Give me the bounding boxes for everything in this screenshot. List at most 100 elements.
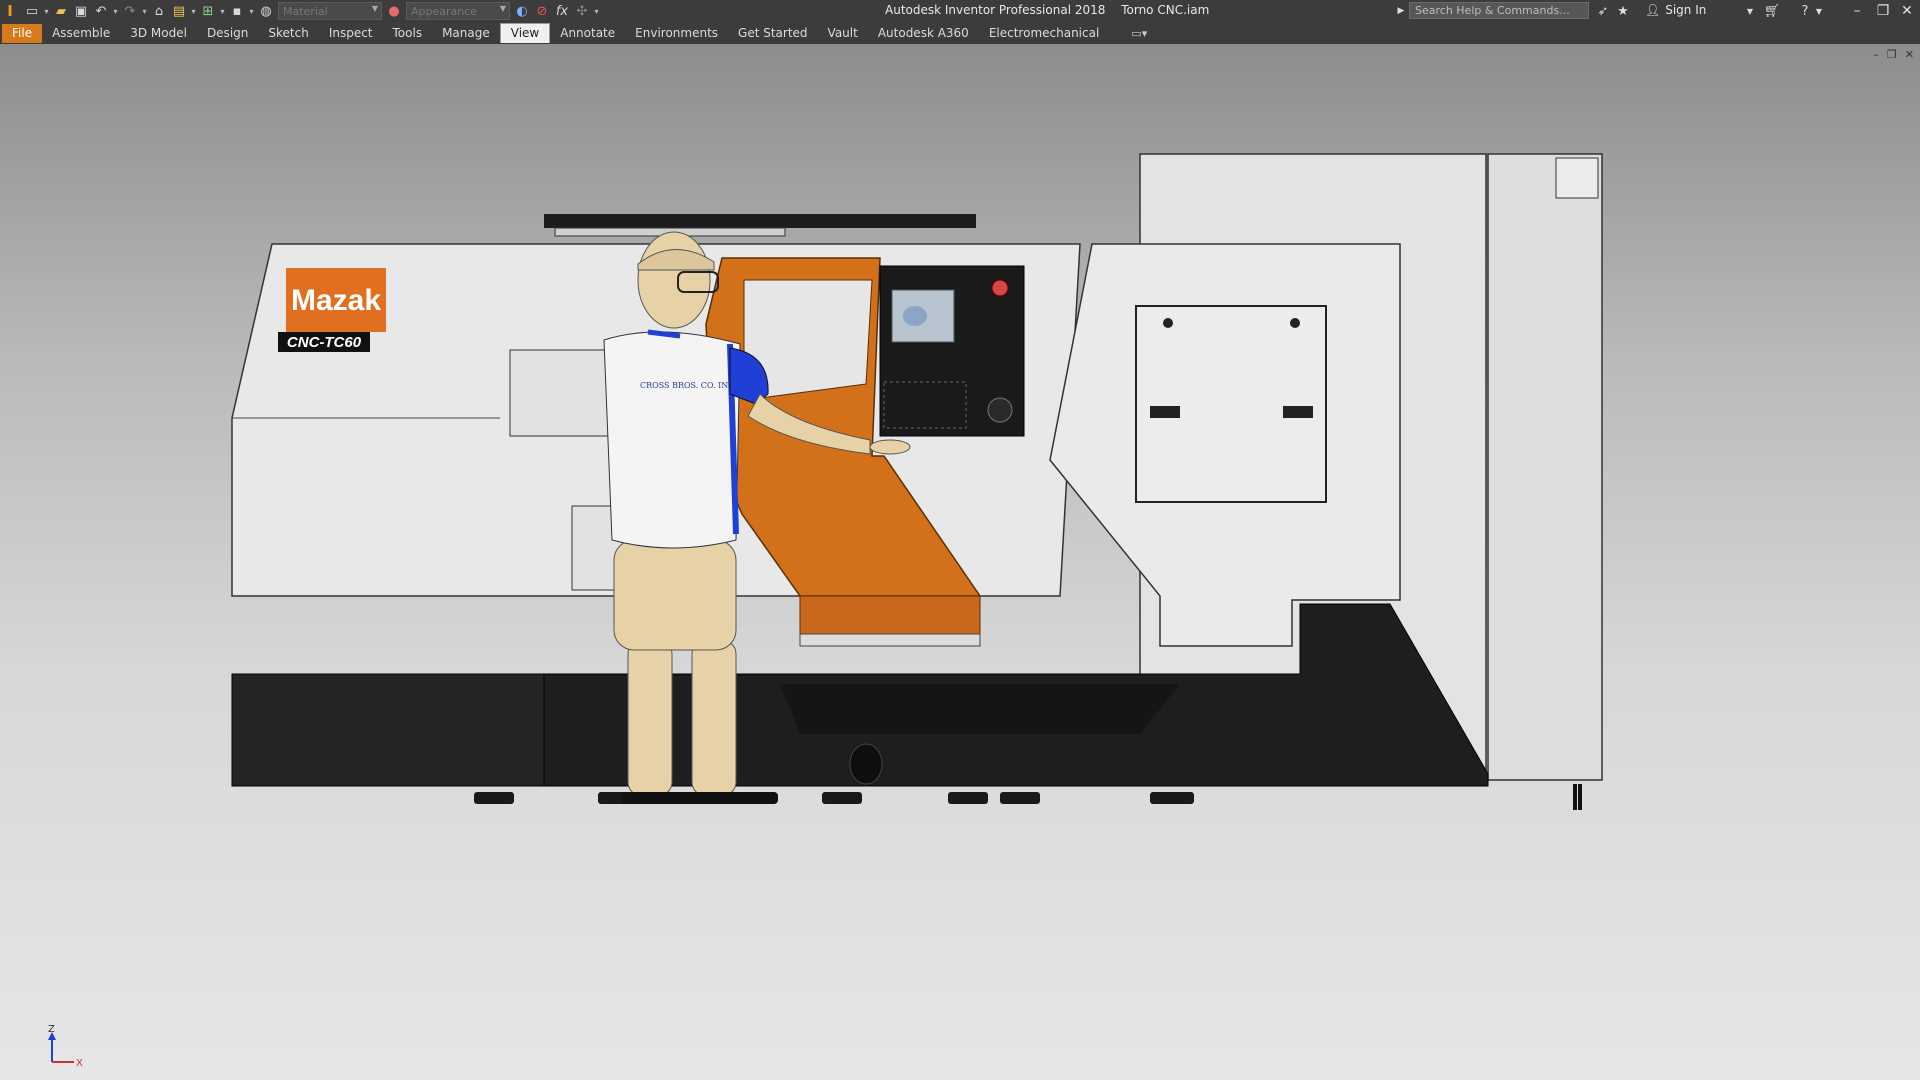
sign-in-label: Sign In (1665, 3, 1707, 17)
user-icon: 👤︎ (1645, 3, 1661, 17)
minimize-button[interactable]: – (1844, 1, 1870, 21)
title-bar: I ▭ ▾ ▰ ▣ ↶ ▾ ↷ ▾ ⌂ ▤ ▾ ⊞ ▾ ▪ ▾ ◍ Materi… (0, 0, 1920, 22)
ribbon-options-icon[interactable]: ▭▾ (1131, 27, 1147, 40)
new-dropdown-icon[interactable]: ▾ (42, 7, 51, 16)
side-cabinet (1487, 153, 1603, 781)
redo-icon[interactable]: ↷ (120, 2, 140, 20)
left-access-panel (509, 349, 621, 437)
shirt-print: CROSS BROS. CO. INC. (640, 381, 737, 390)
operator-left-leg (627, 639, 673, 797)
tab-sketch[interactable]: Sketch (258, 24, 318, 43)
help-dropdown-icon[interactable]: ▼ (1814, 2, 1824, 20)
model-name-text: CNC-TC60 (287, 334, 362, 351)
search-placeholder: Search Help & Commands... (1415, 4, 1570, 17)
view-triad: Z X (40, 1024, 90, 1074)
select-icon[interactable]: ▪ (227, 2, 247, 20)
cnc-screen-part (903, 306, 927, 326)
right-service-door (1135, 305, 1327, 503)
control-keypad (883, 381, 967, 429)
select-dropdown-icon[interactable]: ▾ (247, 7, 256, 16)
tab-inspect[interactable]: Inspect (319, 24, 383, 43)
chevron-down-icon: ▼ (371, 4, 378, 13)
measure-dropdown-icon[interactable]: ▾ (218, 7, 227, 16)
base-left-block (231, 673, 545, 787)
quick-access-toolbar: I ▭ ▾ ▰ ▣ ↶ ▾ ↷ ▾ ⌂ ▤ ▾ ⊞ ▾ ▪ ▾ ◍ Materi… (0, 0, 601, 22)
home-icon[interactable]: ⌂ (149, 2, 169, 20)
chip-tray (780, 684, 1180, 734)
tab-environments[interactable]: Environments (625, 24, 728, 43)
operator-right-shoe (692, 792, 778, 804)
tab-annotate[interactable]: Annotate (550, 24, 625, 43)
tab-assemble[interactable]: Assemble (42, 24, 120, 43)
tab-design[interactable]: Design (197, 24, 258, 43)
tab-vault[interactable]: Vault (818, 24, 868, 43)
door-handle (1150, 406, 1180, 418)
operator-left-shoe (622, 792, 702, 804)
base-port (849, 743, 883, 785)
sign-in-button[interactable]: 👤︎ Sign In (1645, 3, 1706, 17)
operator-hand (869, 439, 911, 455)
star-icon[interactable]: ★ (1614, 2, 1632, 20)
document-name: Torno CNC.iam (1121, 3, 1210, 17)
help-icon[interactable]: ? (1795, 2, 1815, 20)
print-icon[interactable]: ▤ (169, 2, 189, 20)
more-icon[interactable]: ▾ (592, 7, 601, 16)
chevron-down-icon: ▼ (499, 4, 506, 13)
door-sill (799, 633, 981, 647)
cnc-lathe-model[interactable]: Mazak CNC-TC60 CROSS BROS. CO. INC. (0, 44, 1920, 1080)
undo-icon[interactable]: ↶ (91, 2, 111, 20)
tab-autodesk-a360[interactable]: Autodesk A360 (868, 24, 979, 43)
clear-override-icon[interactable]: ⊘ (532, 2, 552, 20)
door-bolt (1290, 318, 1300, 328)
expand-arrow-icon[interactable]: ▶ (1396, 2, 1406, 20)
tab-electromechanical[interactable]: Electromechanical (979, 24, 1109, 43)
tab-get-started[interactable]: Get Started (728, 24, 818, 43)
material-globe-icon: ◍ (260, 3, 272, 19)
graphics-viewport[interactable]: – ❐ ✕ Mazak CNC-TC60 CROSS BROS. CO. INC… (0, 44, 1920, 1080)
search-input[interactable]: Search Help & Commands... (1409, 2, 1589, 19)
close-button[interactable]: ✕ (1894, 1, 1920, 21)
color-override-icon[interactable]: ◐ (512, 2, 532, 20)
appearance-combo-text: Appearance (411, 4, 478, 18)
new-icon[interactable]: ▭ (22, 2, 42, 20)
operator-right-leg (691, 639, 737, 797)
tab-view[interactable]: View (499, 23, 551, 43)
cabinet-panel (1555, 157, 1599, 199)
chevron-down-icon[interactable]: ▼ (1744, 2, 1756, 20)
print-dropdown-icon[interactable]: ▾ (189, 7, 198, 16)
inventor-logo-icon[interactable]: I (2, 2, 18, 20)
pin-icon[interactable]: ➶ (1594, 2, 1612, 20)
triad-z-label: Z (48, 1024, 55, 1035)
function-icon[interactable]: fx (552, 2, 572, 20)
redo-dropdown-icon[interactable]: ▾ (140, 7, 149, 16)
mazak-logo-text: Mazak (291, 284, 381, 317)
top-rail (544, 214, 976, 228)
app-name: Autodesk Inventor Professional 2018 (885, 3, 1106, 17)
tab-3d-model[interactable]: 3D Model (120, 24, 197, 43)
restore-button[interactable]: ❐ (1870, 1, 1896, 21)
machine-feet (474, 792, 1194, 804)
control-knob (987, 397, 1013, 423)
operator-head (637, 231, 711, 329)
measure-icon[interactable]: ⊞ (198, 2, 218, 20)
window-title: Autodesk Inventor Professional 2018 Torn… (885, 3, 1221, 17)
operator-hips (613, 539, 737, 651)
operator-shirt (603, 331, 741, 549)
triad-x-label: X (76, 1058, 83, 1069)
undo-dropdown-icon[interactable]: ▾ (111, 7, 120, 16)
tab-manage[interactable]: Manage (432, 24, 500, 43)
door-bolt (1163, 318, 1173, 328)
update-icon[interactable]: ✣ (572, 2, 592, 20)
material-combo-text: Material (283, 4, 328, 18)
door-lower-panel (799, 595, 981, 635)
open-icon[interactable]: ▰ (51, 2, 71, 20)
tab-tools[interactable]: Tools (383, 24, 433, 43)
tab-file[interactable]: File (2, 23, 43, 43)
material-combo[interactable]: Material ▼ (278, 2, 382, 20)
door-handle (1283, 406, 1313, 418)
save-icon[interactable]: ▣ (71, 2, 91, 20)
emergency-stop-button (991, 279, 1009, 297)
appearance-sphere-icon: ● (388, 3, 400, 19)
appearance-combo[interactable]: Appearance ▼ (406, 2, 510, 20)
cart-icon[interactable]: 🛒︎ (1762, 2, 1782, 20)
